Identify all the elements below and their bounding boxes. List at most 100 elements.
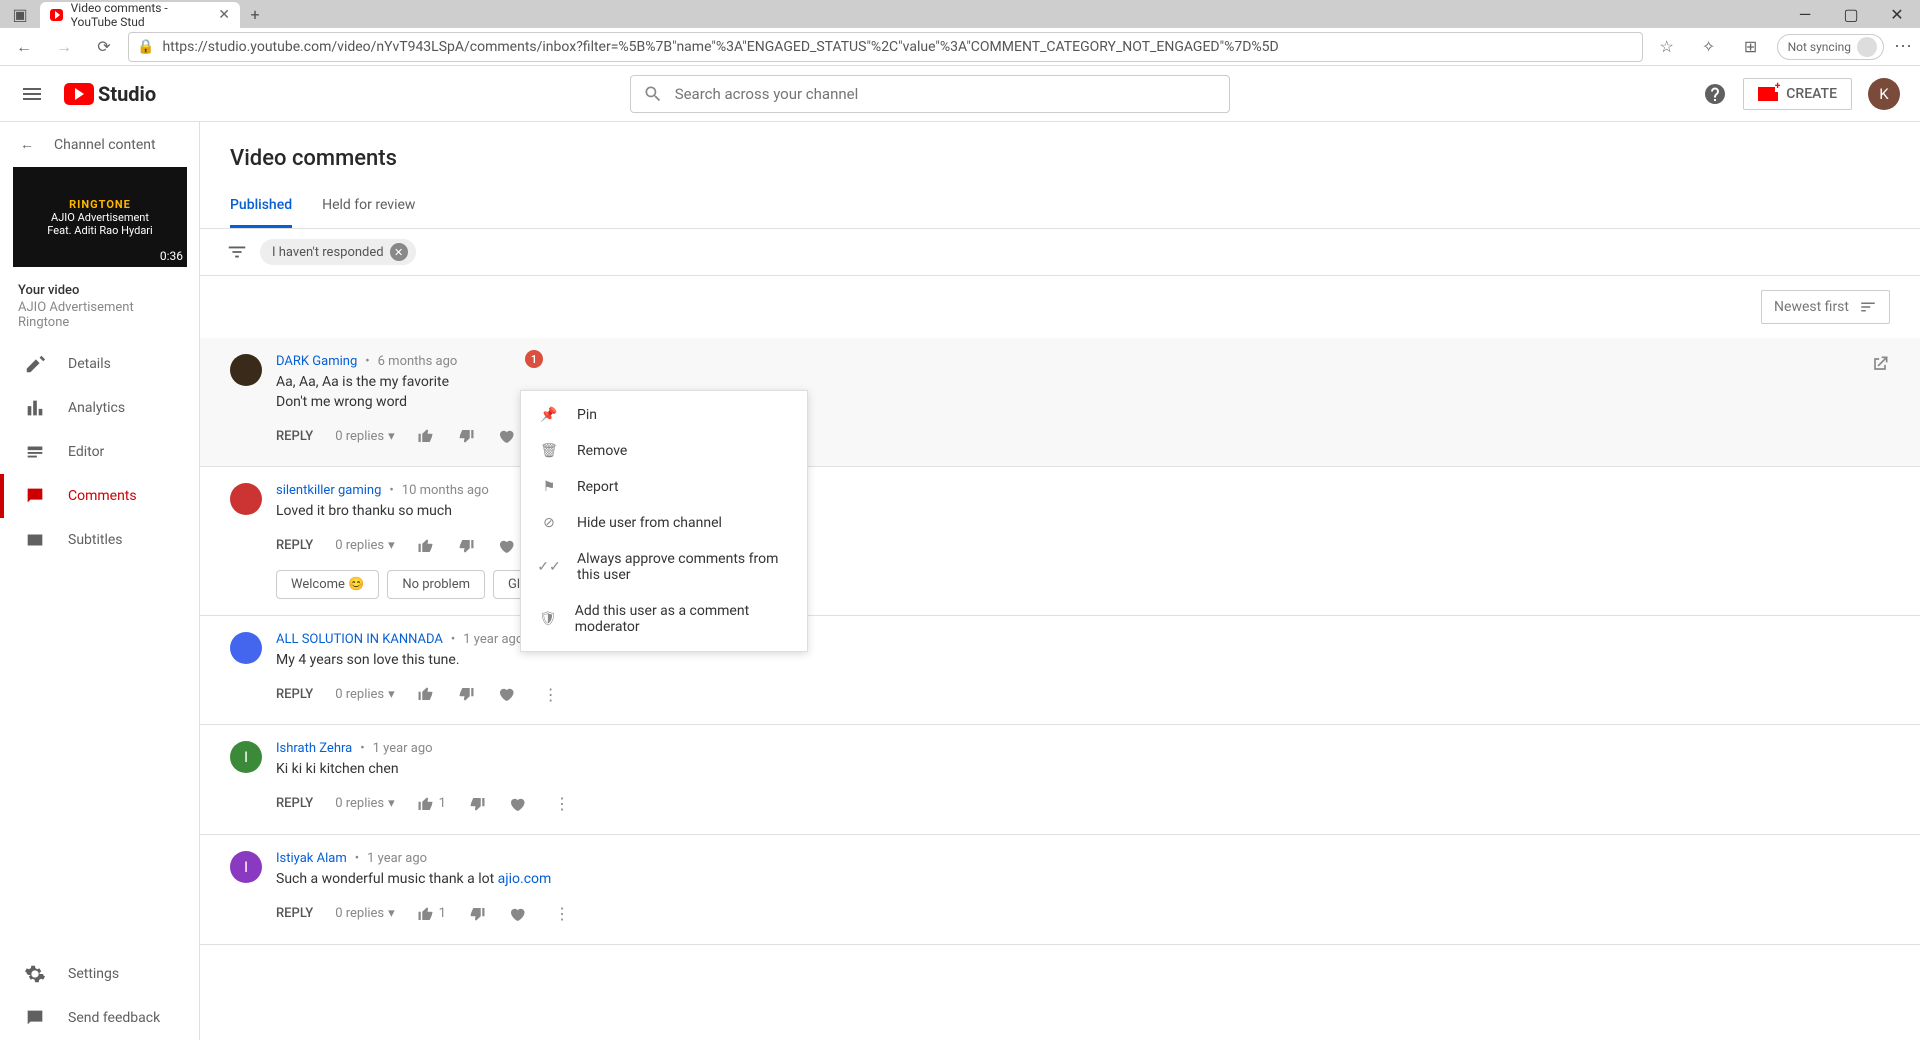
sidebar-item-analytics[interactable]: Analytics bbox=[0, 386, 199, 430]
tab-close-icon[interactable]: ✕ bbox=[218, 7, 230, 23]
browser-tab[interactable]: Video comments - YouTube Stud ✕ bbox=[40, 2, 240, 28]
chip-remove-icon[interactable]: ✕ bbox=[390, 243, 408, 261]
pin-icon: 📌 bbox=[539, 407, 559, 423]
reply-button[interactable]: REPLY bbox=[276, 796, 313, 811]
sidebar-item-details[interactable]: Details bbox=[0, 342, 199, 386]
window-minimize-button[interactable]: — bbox=[1782, 0, 1828, 28]
video-thumbnail[interactable]: RINGTONE AJIO Advertisement Feat. Aditi … bbox=[13, 167, 187, 267]
comment-time: 1 year ago bbox=[463, 632, 523, 647]
filter-icon[interactable] bbox=[226, 241, 248, 263]
heart-button[interactable] bbox=[497, 537, 515, 555]
your-video-label: Your video bbox=[0, 277, 199, 298]
comment-text: Aa, Aa, Aa is the my favorite Don't me w… bbox=[276, 373, 1890, 412]
like-button[interactable]: 1 bbox=[417, 905, 446, 923]
comment-author[interactable]: ALL SOLUTION IN KANNADA bbox=[276, 632, 443, 647]
search-box[interactable] bbox=[630, 75, 1230, 113]
like-button[interactable] bbox=[417, 537, 435, 555]
comment-link[interactable]: ajio.com bbox=[498, 871, 552, 887]
menu-add-moderator[interactable]: 🛡Add this user as a comment moderator bbox=[521, 593, 807, 645]
dislike-button[interactable] bbox=[457, 685, 475, 703]
sidebar-item-comments[interactable]: Comments bbox=[0, 474, 199, 518]
tab-title: Video comments - YouTube Stud bbox=[71, 1, 209, 29]
reply-button[interactable]: REPLY bbox=[276, 906, 313, 921]
comment-row: silentkiller gaming • 10 months ago Love… bbox=[200, 467, 1920, 616]
sidebar-item-subtitles[interactable]: Subtitles bbox=[0, 518, 199, 562]
more-options-button[interactable]: ⋮ bbox=[537, 680, 565, 708]
reply-button[interactable]: REPLY bbox=[276, 687, 313, 702]
tab-published[interactable]: Published bbox=[230, 185, 292, 228]
heart-button[interactable] bbox=[497, 427, 515, 445]
commenter-avatar[interactable] bbox=[230, 632, 262, 664]
heart-button[interactable] bbox=[497, 685, 515, 703]
thumb-line1: RINGTONE bbox=[69, 198, 131, 211]
comment-author[interactable]: DARK Gaming bbox=[276, 354, 357, 369]
video-title-label: AJIO Advertisement Ringtone bbox=[0, 298, 199, 342]
sidebar-item-settings[interactable]: Settings bbox=[0, 952, 199, 996]
browser-menu-icon[interactable]: ⋯ bbox=[1894, 36, 1912, 57]
sidebar: ← Channel content RINGTONE AJIO Advertis… bbox=[0, 122, 200, 1040]
dislike-button[interactable] bbox=[468, 795, 486, 813]
extensions-icon[interactable]: ⊞ bbox=[1735, 31, 1767, 63]
menu-pin[interactable]: 📌Pin bbox=[521, 397, 807, 433]
nav-forward-button[interactable]: → bbox=[48, 31, 80, 63]
commenter-avatar[interactable] bbox=[230, 354, 262, 386]
replies-toggle[interactable]: 0 replies ▾ bbox=[335, 538, 394, 553]
commenter-avatar[interactable]: I bbox=[230, 851, 262, 883]
nav-refresh-button[interactable]: ⟳ bbox=[88, 31, 120, 63]
studio-logo[interactable]: Studio bbox=[64, 82, 156, 106]
sort-button[interactable]: Newest first bbox=[1761, 290, 1890, 324]
menu-hide-user[interactable]: ⊘Hide user from channel bbox=[521, 505, 807, 541]
commenter-avatar[interactable] bbox=[230, 483, 262, 515]
window-maximize-button[interactable]: ▢ bbox=[1828, 0, 1874, 28]
account-avatar[interactable]: K bbox=[1868, 78, 1900, 110]
comment-author[interactable]: Ishrath Zehra bbox=[276, 741, 352, 756]
reply-button[interactable]: REPLY bbox=[276, 429, 313, 444]
menu-report[interactable]: ⚑Report bbox=[521, 469, 807, 505]
menu-always-approve[interactable]: ✓✓Always approve comments from this user bbox=[521, 541, 807, 593]
open-external-icon[interactable] bbox=[1870, 354, 1890, 374]
dislike-button[interactable] bbox=[468, 905, 486, 923]
comment-options-menu: 📌Pin 🗑Remove ⚑Report ⊘Hide user from cha… bbox=[520, 390, 808, 652]
main-content: Video comments Published Held for review… bbox=[200, 122, 1920, 1040]
menu-icon[interactable] bbox=[20, 82, 44, 106]
back-to-channel[interactable]: ← Channel content bbox=[0, 122, 199, 167]
favorite-icon[interactable]: ☆ bbox=[1651, 31, 1683, 63]
comment-author[interactable]: Istiyak Alam bbox=[276, 851, 347, 866]
sidebar-item-feedback[interactable]: Send feedback bbox=[0, 996, 199, 1040]
replies-toggle[interactable]: 0 replies ▾ bbox=[335, 906, 394, 921]
nav-back-button[interactable]: ← bbox=[8, 31, 40, 63]
thumb-line3: Feat. Aditi Rao Hydari bbox=[47, 224, 152, 237]
more-options-button[interactable]: ⋮ bbox=[548, 790, 576, 818]
window-close-button[interactable]: ✕ bbox=[1874, 0, 1920, 28]
like-button[interactable] bbox=[417, 685, 435, 703]
replies-toggle[interactable]: 0 replies ▾ bbox=[335, 429, 394, 444]
sort-icon bbox=[1859, 298, 1877, 316]
address-bar[interactable]: 🔒 https://studio.youtube.com/video/nYvT9… bbox=[128, 32, 1643, 62]
commenter-avatar[interactable]: I bbox=[230, 741, 262, 773]
heart-button[interactable] bbox=[508, 905, 526, 923]
create-button[interactable]: CREATE bbox=[1743, 78, 1852, 110]
dislike-button[interactable] bbox=[457, 427, 475, 445]
tab-held[interactable]: Held for review bbox=[322, 185, 415, 228]
heart-button[interactable] bbox=[508, 795, 526, 813]
reply-button[interactable]: REPLY bbox=[276, 538, 313, 553]
sync-button[interactable]: Not syncing bbox=[1777, 34, 1884, 60]
replies-toggle[interactable]: 0 replies ▾ bbox=[335, 796, 394, 811]
logo-text: Studio bbox=[98, 82, 156, 106]
filter-chip[interactable]: I haven't responded ✕ bbox=[260, 239, 416, 265]
quick-reply-chip[interactable]: No problem bbox=[387, 570, 485, 599]
dislike-button[interactable] bbox=[457, 537, 475, 555]
search-input[interactable] bbox=[675, 85, 1217, 103]
new-tab-button[interactable]: + bbox=[240, 0, 270, 28]
like-button[interactable]: 1 bbox=[417, 795, 446, 813]
sidebar-item-editor[interactable]: Editor bbox=[0, 430, 199, 474]
edge-app-icon: ▣ bbox=[0, 0, 40, 28]
menu-remove[interactable]: 🗑Remove bbox=[521, 433, 807, 469]
replies-toggle[interactable]: 0 replies ▾ bbox=[335, 687, 394, 702]
comment-author[interactable]: silentkiller gaming bbox=[276, 483, 381, 498]
like-button[interactable] bbox=[417, 427, 435, 445]
more-options-button[interactable]: ⋮ bbox=[548, 900, 576, 928]
help-icon[interactable] bbox=[1703, 82, 1727, 106]
collections-icon[interactable]: ✧ bbox=[1693, 31, 1725, 63]
quick-reply-chip[interactable]: Welcome 😊 bbox=[276, 570, 379, 599]
